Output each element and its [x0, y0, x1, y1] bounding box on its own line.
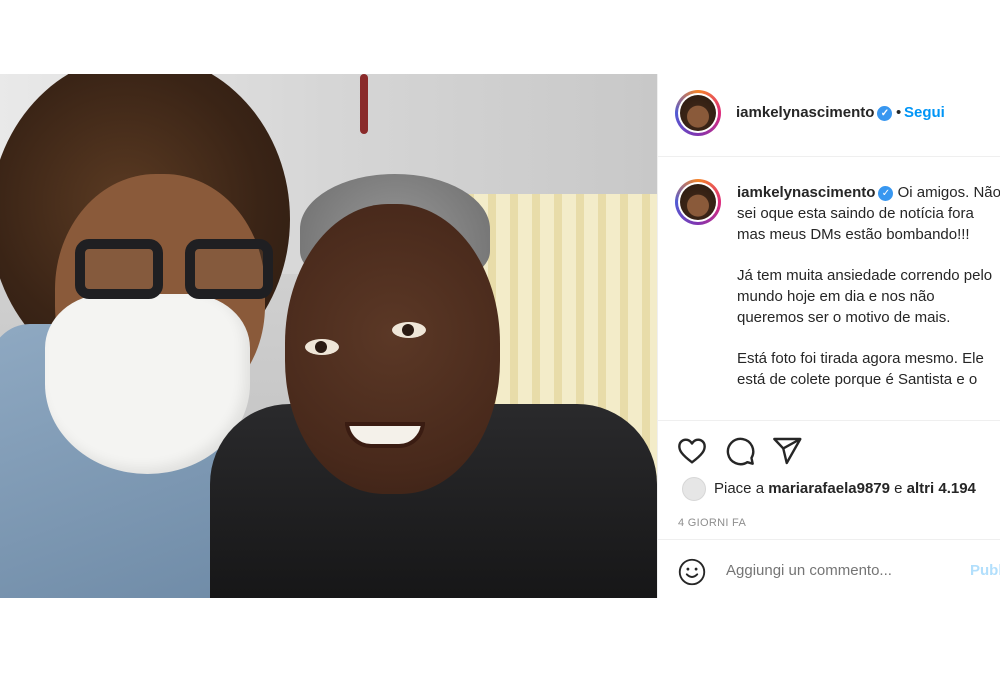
comment-bar: Publ [658, 539, 1000, 600]
caption-username[interactable]: iamkelynascimento [737, 184, 875, 201]
separator-dot: • [896, 104, 902, 121]
post-actions: Piace a mariarafaela9879 e altri 4.194 4… [658, 420, 1000, 599]
likes-summary: Piace a mariarafaela9879 e altri 4.194 [682, 477, 976, 501]
post-photo[interactable] [0, 74, 657, 598]
verified-badge-icon: ✓ [878, 185, 894, 201]
author-username[interactable]: iamkelynascimento ✓ [736, 104, 893, 121]
liker-username[interactable]: mariarafaela9879 [768, 480, 890, 497]
likes-others[interactable]: altri 4.194 [907, 480, 976, 497]
author-avatar[interactable] [675, 90, 721, 136]
liker-avatar[interactable] [682, 477, 706, 501]
caption-area: iamkelynascimento ✓ Oi amigos. Não sei oq… [658, 168, 1000, 420]
post-timestamp[interactable]: 4 GIORNI FA [678, 517, 746, 529]
smiley-icon[interactable] [678, 558, 706, 586]
follow-button[interactable]: Segui [904, 104, 945, 121]
post-side-panel: iamkelynascimento ✓ • Segui iamkelynascim… [657, 74, 1000, 598]
publish-button[interactable]: Publ [970, 562, 1000, 579]
glasses [75, 239, 275, 309]
caption-line1: Oi amigos. [897, 184, 970, 201]
paper-plane-icon[interactable] [771, 435, 803, 467]
comment-input[interactable] [726, 562, 946, 579]
post-header: iamkelynascimento ✓ • Segui [658, 74, 1000, 157]
man-eye-right [392, 322, 426, 338]
iv-tube [360, 74, 368, 134]
post-caption: iamkelynascimento ✓ Oi amigos. Não sei oq… [737, 182, 1000, 390]
caption-paragraph2: Já tem muita ansiedade correndo pelo mun… [737, 267, 993, 326]
heart-icon[interactable] [676, 435, 708, 467]
caption-paragraph3: Está foto foi tirada agora mesmo. Ele es… [737, 350, 984, 388]
caption-avatar[interactable] [675, 179, 721, 225]
verified-badge-icon: ✓ [877, 105, 893, 121]
man-eye-left [305, 339, 339, 355]
comment-icon[interactable] [724, 435, 756, 467]
